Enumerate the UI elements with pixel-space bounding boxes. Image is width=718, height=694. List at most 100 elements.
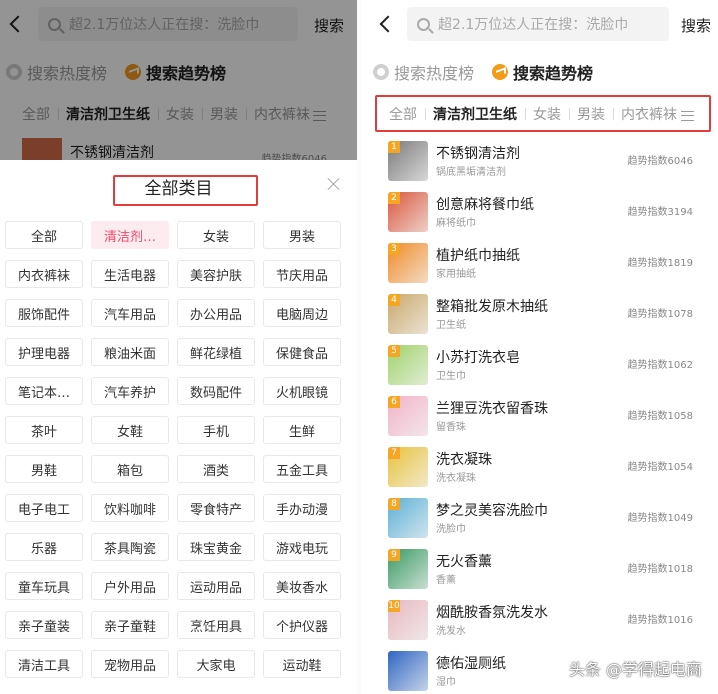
rank-badge: 9 <box>388 549 400 561</box>
category-cell[interactable]: 鲜花绿植 <box>177 338 255 366</box>
category-cell[interactable]: 五金工具 <box>263 455 341 483</box>
product-thumbnail: 7 <box>388 447 428 487</box>
category-cell[interactable]: 手办动漫 <box>263 494 341 522</box>
category-cell[interactable]: 内衣裤袜 <box>5 260 83 288</box>
search-button[interactable]: 搜索 <box>681 15 711 36</box>
category-cell[interactable]: 男装 <box>263 221 341 249</box>
category-cell[interactable]: 美妆香水 <box>263 572 341 600</box>
category-cell[interactable]: 汽车用品 <box>91 299 169 327</box>
left-header: 超2.1万位达人正在搜：洗脸巾 搜索 搜索热度榜 搜索趋势榜 全部 清洁剂卫生纸… <box>0 0 357 165</box>
category-cell[interactable]: 清洁剂… <box>91 221 169 249</box>
list-item[interactable]: 5 小苏打洗衣皂 卫生巾 趋势指数1062 <box>361 339 718 390</box>
category-cell[interactable]: 节庆用品 <box>263 260 341 288</box>
list-item[interactable]: 9 无火香薰 香薰 趋势指数1018 <box>361 543 718 594</box>
modal-backdrop[interactable] <box>0 0 357 160</box>
item-subcategory: 留香珠 <box>436 422 466 433</box>
list-item[interactable]: 10 烟酰胺香氛洗发水 洗发水 趋势指数1016 <box>361 594 718 645</box>
category-cell[interactable]: 运动用品 <box>177 572 255 600</box>
category-womens[interactable]: 女装 <box>525 104 569 124</box>
category-cell[interactable]: 手机 <box>177 416 255 444</box>
category-all[interactable]: 全部 <box>381 104 425 124</box>
tab-search-heat[interactable]: 搜索热度榜 <box>373 60 474 84</box>
left-screenshot: 超2.1万位达人正在搜：洗脸巾 搜索 搜索热度榜 搜索趋势榜 全部 清洁剂卫生纸… <box>0 0 357 694</box>
category-cell[interactable]: 运动鞋 <box>263 650 341 678</box>
rank-badge: 3 <box>388 243 400 255</box>
search-input[interactable]: 超2.1万位达人正在搜：洗脸巾 <box>407 7 669 41</box>
item-name: 植护纸巾抽纸 <box>436 248 520 264</box>
category-mens[interactable]: 男装 <box>569 104 613 124</box>
category-sheet: 全部类目 全部 清洁剂… 女装 男装 内衣裤袜 生活电器 美容护肤 节庆用品 服饰配件 汽车用品办… <box>0 160 357 694</box>
category-cell[interactable]: 生鲜 <box>263 416 341 444</box>
watermark: 头条 @学得起电商 <box>568 660 702 679</box>
category-cell[interactable]: 酒类 <box>177 455 255 483</box>
tab-search-trend[interactable]: 搜索趋势榜 <box>492 60 593 84</box>
list-item[interactable]: 7 洗衣凝珠 洗衣凝珠 趋势指数1054 <box>361 441 718 492</box>
list-item[interactable]: 3 植护纸巾抽纸家用抽纸 趋势指数1819 <box>361 237 718 288</box>
product-thumbnail: 10 <box>388 600 428 640</box>
item-subcategory: 洗脸巾 <box>436 524 466 535</box>
right-screenshot: 超2.1万位达人正在搜：洗脸巾 搜索 搜索热度榜 搜索趋势榜 全部 清洁剂卫生纸… <box>361 0 718 694</box>
category-cell[interactable]: 电子电工 <box>5 494 83 522</box>
menu-icon[interactable] <box>681 111 694 121</box>
trend-index: 趋势指数1819 <box>627 258 693 269</box>
category-cell[interactable]: 零食特产 <box>177 494 255 522</box>
category-cell[interactable]: 护理电器 <box>5 338 83 366</box>
category-cell[interactable]: 清洁工具 <box>5 650 83 678</box>
product-thumbnail: 1 <box>388 141 428 181</box>
category-cell[interactable]: 全部 <box>5 221 83 249</box>
category-cell[interactable]: 珠宝黄金 <box>177 533 255 561</box>
category-cell[interactable]: 茶叶 <box>5 416 83 444</box>
title-highlight-box <box>113 175 258 206</box>
trend-index: 趋势指数1078 <box>627 309 693 320</box>
close-icon[interactable] <box>327 177 341 191</box>
list-item[interactable]: 6 兰狸豆洗衣留香珠 留香珠 趋势指数1058 <box>361 390 718 441</box>
category-cell[interactable]: 数码配件 <box>177 377 255 405</box>
rank-badge: 1 <box>388 141 400 153</box>
category-underwear[interactable]: 内衣裤袜 <box>613 104 685 124</box>
category-cell[interactable]: 户外用品 <box>91 572 169 600</box>
category-cell[interactable]: 烹饪用具 <box>177 611 255 639</box>
category-cell[interactable]: 大家电 <box>177 650 255 678</box>
item-name: 梦之灵美容洗脸巾 <box>436 503 548 519</box>
list-item[interactable]: 8 梦之灵美容洗脸巾洗脸巾 趋势指数1049 <box>361 492 718 543</box>
back-arrow-icon[interactable] <box>379 15 397 33</box>
trend-index: 趋势指数1049 <box>627 513 693 524</box>
category-cell[interactable]: 火机眼镜 <box>263 377 341 405</box>
product-thumbnail: 3 <box>388 243 428 283</box>
list-item[interactable]: 1 不锈钢清洁剂 锅底黑垢清洁剂 趋势指数6046 <box>361 135 718 186</box>
product-thumbnail: 8 <box>388 498 428 538</box>
category-cell[interactable]: 宠物用品 <box>91 650 169 678</box>
category-cell[interactable]: 美容护肤 <box>177 260 255 288</box>
category-cell[interactable]: 办公用品 <box>177 299 255 327</box>
category-cell[interactable]: 游戏电玩 <box>263 533 341 561</box>
rank-badge: 2 <box>388 192 400 204</box>
category-cell[interactable]: 保健食品 <box>263 338 341 366</box>
item-subcategory: 家用抽纸 <box>436 269 476 280</box>
category-cell[interactable]: 生活电器 <box>91 260 169 288</box>
category-cell[interactable]: 女鞋 <box>91 416 169 444</box>
item-subcategory: 湿巾 <box>436 677 456 688</box>
category-cell[interactable]: 箱包 <box>91 455 169 483</box>
item-subcategory: 麻将纸巾 <box>436 218 476 229</box>
category-cell[interactable]: 电脑周边 <box>263 299 341 327</box>
category-cell[interactable]: 男鞋 <box>5 455 83 483</box>
category-cell[interactable]: 茶具陶瓷 <box>91 533 169 561</box>
category-cell[interactable]: 女装 <box>177 221 255 249</box>
category-cell[interactable]: 粮油米面 <box>91 338 169 366</box>
category-cell[interactable]: 乐器 <box>5 533 83 561</box>
category-cell[interactable]: 饮料咖啡 <box>91 494 169 522</box>
category-cell[interactable]: 个护仪器 <box>263 611 341 639</box>
rank-badge: 6 <box>388 396 400 408</box>
category-cell[interactable]: 服饰配件 <box>5 299 83 327</box>
category-cell[interactable]: 亲子童装 <box>5 611 83 639</box>
category-cell[interactable]: 亲子童鞋 <box>91 611 169 639</box>
category-cell[interactable]: 笔记本… <box>5 377 83 405</box>
rank-badge: 4 <box>388 294 400 306</box>
category-grid: 全部 清洁剂… 女装 男装内衣裤袜 生活电器 美容护肤 节庆用品服饰配件 汽车用品 办公用品 电脑… <box>5 221 351 678</box>
item-subcategory: 卫生巾 <box>436 371 466 382</box>
category-cleaning[interactable]: 清洁剂卫生纸 <box>425 104 525 124</box>
list-item[interactable]: 4 整箱批发原木抽纸 卫生纸 趋势指数1078 <box>361 288 718 339</box>
category-cell[interactable]: 汽车养护 <box>91 377 169 405</box>
category-cell[interactable]: 童车玩具 <box>5 572 83 600</box>
list-item[interactable]: 2 创意麻将餐巾纸 麻将纸巾 趋势指数3194 <box>361 186 718 237</box>
